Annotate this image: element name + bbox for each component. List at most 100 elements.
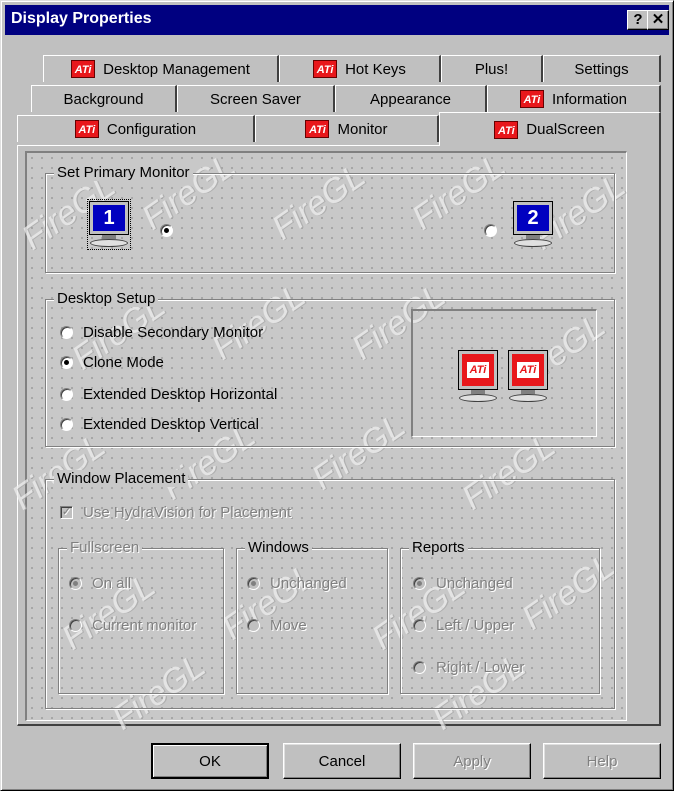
- tab-label: Settings: [574, 60, 629, 78]
- help-title-button[interactable]: ?: [627, 10, 649, 30]
- reports-unchanged-option[interactable]: Unchanged: [413, 575, 513, 592]
- reports-left-upper-radio[interactable]: [413, 619, 426, 632]
- preview-monitor-1-icon: ATi: [458, 350, 498, 402]
- primary-monitor-1-radio[interactable]: [160, 224, 173, 237]
- ati-logo-icon: ATi: [494, 120, 519, 139]
- fullscreen-group: Fullscreen On all Current monitor: [58, 539, 224, 694]
- tab-monitor[interactable]: ATi Monitor: [255, 115, 439, 142]
- monitor-base: [514, 239, 552, 247]
- tab-label: DualScreen: [526, 121, 605, 138]
- tab-appearance[interactable]: Appearance: [335, 85, 487, 112]
- tab-label: Appearance: [370, 90, 451, 108]
- desktop-setup-preview: ATi ATi: [411, 309, 597, 437]
- preview-monitor-2-icon: ATi: [508, 350, 548, 402]
- monitor-2-number: 2: [513, 201, 553, 235]
- reports-unchanged-radio[interactable]: [413, 577, 426, 590]
- extended-horizontal-radio[interactable]: [60, 388, 73, 401]
- window-title: Display Properties: [11, 10, 152, 27]
- option-label: Unchanged: [436, 575, 513, 592]
- disable-secondary-radio[interactable]: [60, 326, 73, 339]
- ati-logo-icon: ATi: [519, 90, 544, 108]
- cancel-button[interactable]: Cancel: [283, 743, 401, 779]
- hydravision-option[interactable]: ✓ Use HydraVision for Placement: [60, 504, 291, 521]
- tab-label: Screen Saver: [210, 90, 301, 108]
- ati-logo-icon: ATi: [74, 120, 99, 138]
- windows-unchanged-radio[interactable]: [247, 577, 260, 590]
- fullscreen-on-all-radio[interactable]: [69, 577, 82, 590]
- option-label: Left / Upper: [436, 617, 515, 634]
- option-label: Move: [270, 617, 307, 634]
- windows-group: Windows Unchanged Move: [236, 539, 388, 694]
- tab-desktop-management[interactable]: ATi Desktop Management: [43, 55, 279, 82]
- tab-label: Desktop Management: [103, 60, 250, 78]
- option-label: Extended Desktop Horizontal: [83, 386, 278, 403]
- reports-left-upper-option[interactable]: Left / Upper: [413, 617, 514, 634]
- tab-hot-keys[interactable]: ATi Hot Keys: [279, 55, 441, 82]
- extended-vertical-option[interactable]: Extended Desktop Vertical: [60, 416, 259, 433]
- title-bar: Display Properties ? ✕: [5, 5, 669, 35]
- ati-logo-icon: ATi: [313, 60, 338, 78]
- tab-information[interactable]: ATi Information: [487, 85, 661, 112]
- disable-secondary-option[interactable]: Disable Secondary Monitor: [60, 324, 263, 341]
- option-label: Right / Lower: [436, 659, 525, 676]
- option-label: Current monitor: [92, 617, 197, 634]
- group-legend: Set Primary Monitor: [54, 164, 193, 181]
- option-label: Extended Desktop Vertical: [83, 416, 259, 433]
- tab-label: Plus!: [474, 60, 509, 78]
- tab-background[interactable]: Background: [31, 85, 177, 112]
- group-legend: Desktop Setup: [54, 290, 159, 307]
- reports-right-lower-radio[interactable]: [413, 661, 426, 674]
- tab-configuration[interactable]: ATi Configuration: [17, 115, 255, 142]
- window-placement-group: Window Placement ✓ Use HydraVision for P…: [45, 470, 615, 709]
- ok-button[interactable]: OK: [151, 743, 269, 779]
- monitor-base: [509, 394, 547, 402]
- option-label: Unchanged: [270, 575, 347, 592]
- windows-move-option[interactable]: Move: [247, 617, 307, 634]
- display-properties-window: Display Properties ? ✕ ATi Desktop Manag…: [0, 0, 674, 791]
- group-legend: Window Placement: [54, 470, 189, 487]
- fullscreen-on-all-option[interactable]: On all: [69, 575, 131, 592]
- clone-mode-radio[interactable]: [60, 356, 73, 369]
- tab-label: Monitor: [337, 120, 388, 138]
- extended-vertical-radio[interactable]: [60, 418, 73, 431]
- dualscreen-content: FireGL FireGL FireGL FireGL FireGL FireG…: [5, 147, 632, 738]
- tab-settings[interactable]: Settings: [543, 55, 661, 82]
- fullscreen-current-radio[interactable]: [69, 619, 82, 632]
- group-legend: Fullscreen: [67, 539, 143, 556]
- tab-label: Hot Keys: [345, 60, 406, 78]
- tab-label: Background: [63, 90, 144, 108]
- primary-monitor-2-radio[interactable]: [484, 224, 497, 237]
- tab-label: Information: [551, 90, 628, 108]
- clone-mode-option[interactable]: Clone Mode: [60, 354, 164, 371]
- hydravision-label: Use HydraVision for Placement: [83, 504, 292, 521]
- tab-screen-saver[interactable]: Screen Saver: [177, 85, 335, 112]
- group-legend: Reports: [409, 539, 468, 556]
- windows-unchanged-option[interactable]: Unchanged: [247, 575, 347, 592]
- close-title-button[interactable]: ✕: [647, 10, 669, 30]
- option-label: On all: [92, 575, 132, 592]
- reports-group: Reports Unchanged Left / Upper Right / L…: [400, 539, 600, 694]
- tab-dualscreen[interactable]: ATi DualScreen: [439, 112, 661, 146]
- option-label: Disable Secondary Monitor: [83, 324, 264, 341]
- monitor-2-icon[interactable]: 2: [513, 201, 553, 247]
- ati-logo-icon: ATi: [71, 60, 96, 78]
- monitor-1-icon[interactable]: 1: [87, 199, 131, 250]
- reports-right-lower-option[interactable]: Right / Lower: [413, 659, 524, 676]
- monitor-base: [459, 394, 497, 402]
- apply-button[interactable]: Apply: [413, 743, 531, 779]
- tab-label: Configuration: [106, 120, 197, 138]
- group-legend: Windows: [245, 539, 312, 556]
- ati-logo-icon: ATi: [305, 120, 330, 138]
- ati-logo-icon: ATi: [466, 362, 490, 378]
- monitor-base: [90, 239, 128, 247]
- tab-plus[interactable]: Plus!: [441, 55, 543, 82]
- extended-horizontal-option[interactable]: Extended Desktop Horizontal: [60, 386, 277, 403]
- option-label: Clone Mode: [83, 354, 164, 371]
- set-primary-monitor-group: Set Primary Monitor 1 2: [45, 164, 615, 273]
- ati-logo-icon: ATi: [516, 362, 540, 378]
- windows-move-radio[interactable]: [247, 619, 260, 632]
- fullscreen-current-option[interactable]: Current monitor: [69, 617, 196, 634]
- help-button[interactable]: Help: [543, 743, 661, 779]
- hydravision-checkbox[interactable]: ✓: [60, 506, 73, 519]
- monitor-1-number: 1: [89, 201, 129, 235]
